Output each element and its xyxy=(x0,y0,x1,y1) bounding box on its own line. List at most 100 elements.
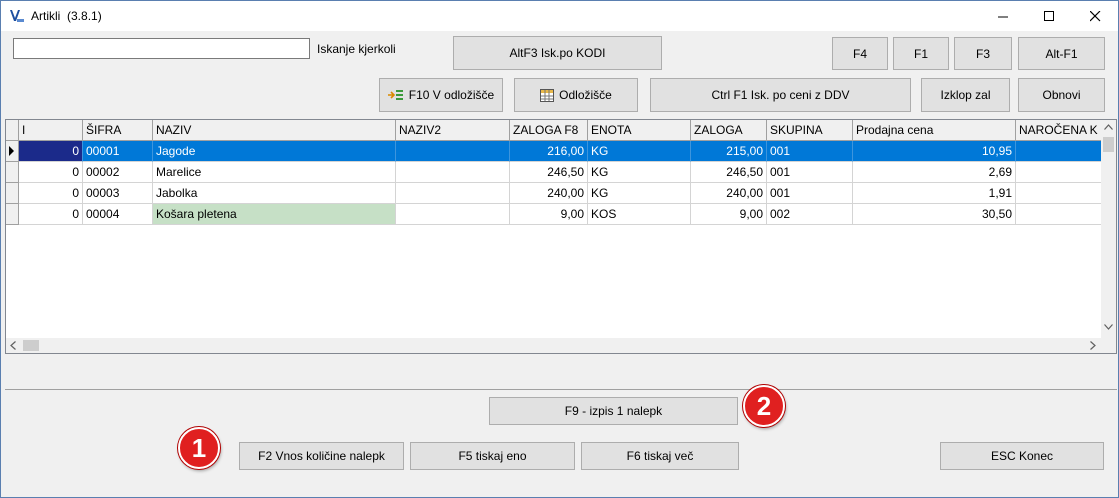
cell-naziv2[interactable] xyxy=(396,183,510,204)
row-indicator xyxy=(6,204,19,225)
column-header-enota[interactable]: ENOTA xyxy=(588,120,691,141)
table-row[interactable]: 0 00002 Marelice 246,50 KG 246,50 001 2,… xyxy=(6,162,1103,183)
minimize-button[interactable] xyxy=(980,1,1026,31)
cell-enota[interactable]: KOS xyxy=(588,204,691,225)
cell-naziv2[interactable] xyxy=(396,141,510,162)
cell-sifra[interactable]: 00004 xyxy=(83,204,153,225)
title-bar[interactable]: Artikli (3.8.1) xyxy=(1,1,1118,31)
cell-zaloga[interactable]: 240,00 xyxy=(691,183,767,204)
cell-prodajna-cena[interactable]: 30,50 xyxy=(853,204,1016,225)
column-header-zaloga-f8[interactable]: ZALOGA F8 xyxy=(510,120,588,141)
cell-enota[interactable]: KG xyxy=(588,162,691,183)
cell-prodajna-cena[interactable]: 2,69 xyxy=(853,162,1016,183)
f4-button[interactable]: F4 xyxy=(832,37,888,70)
esc-exit-button[interactable]: ESC Konec xyxy=(940,442,1104,470)
table-row[interactable]: 0 00003 Jabolka 240,00 KG 240,00 001 1,9… xyxy=(6,183,1103,204)
row-pointer-icon xyxy=(9,146,14,156)
table-header: I ŠIFRA NAZIV NAZIV2 ZALOGA F8 ENOTA ZAL… xyxy=(6,120,1103,141)
column-header-i[interactable]: I xyxy=(19,120,83,141)
table-row[interactable]: 0 00004 Košara pletena 9,00 KOS 9,00 002… xyxy=(6,204,1103,225)
scroll-down-icon[interactable] xyxy=(1104,324,1113,330)
add-to-list-icon xyxy=(387,89,404,101)
column-header-zaloga[interactable]: ZALOGA xyxy=(691,120,767,141)
cell-naziv[interactable]: Jabolka xyxy=(153,183,396,204)
cell-i[interactable]: 0 xyxy=(19,162,83,183)
horizontal-scrollbar[interactable] xyxy=(6,338,1103,353)
column-header-sifra[interactable]: ŠIFRA xyxy=(83,120,153,141)
close-icon xyxy=(1089,10,1100,21)
f10-label: F10 V odložišče xyxy=(408,88,495,102)
ctrlf1-search-price-button[interactable]: Ctrl F1 Isk. po ceni z DDV xyxy=(650,78,911,112)
cell-sifra[interactable]: 00003 xyxy=(83,183,153,204)
artikli-window: Artikli (3.8.1) Iskanje kjerkoli AltF3 I… xyxy=(0,0,1119,498)
f9-print-label-button[interactable]: F9 - izpis 1 nalepk xyxy=(489,397,738,425)
alt-f1-button[interactable]: Alt-F1 xyxy=(1018,37,1105,70)
cell-prodajna-cena[interactable]: 10,95 xyxy=(853,141,1016,162)
annotation-badge-1: 1 xyxy=(178,427,220,469)
cell-skupina[interactable]: 001 xyxy=(767,141,853,162)
f3-button[interactable]: F3 xyxy=(954,37,1012,70)
altf3-search-by-code-button[interactable]: AltF3 Isk.po KODI xyxy=(453,36,662,70)
maximize-button[interactable] xyxy=(1026,1,1072,31)
status-panel xyxy=(5,356,1117,390)
cell-narocena[interactable] xyxy=(1016,162,1103,183)
header-indicator xyxy=(6,120,19,141)
horizontal-scroll-thumb[interactable] xyxy=(23,340,39,351)
cell-zaloga-f8[interactable]: 246,50 xyxy=(510,162,588,183)
cell-naziv[interactable]: Marelice xyxy=(153,162,396,183)
clipboard-label: Odložišče xyxy=(559,88,612,102)
cell-skupina[interactable]: 001 xyxy=(767,162,853,183)
vertical-scrollbar[interactable] xyxy=(1101,120,1116,338)
f6-print-many-button[interactable]: F6 tiskaj več xyxy=(581,442,739,470)
cell-enota[interactable]: KG xyxy=(588,141,691,162)
cell-i[interactable]: 0 xyxy=(19,204,83,225)
cell-naziv2[interactable] xyxy=(396,204,510,225)
clipboard-button[interactable]: Odložišče xyxy=(514,78,638,112)
cell-zaloga-f8[interactable]: 216,00 xyxy=(510,141,588,162)
minimize-icon xyxy=(997,16,1008,17)
current-row-indicator xyxy=(6,141,19,162)
column-header-naziv2[interactable]: NAZIV2 xyxy=(396,120,510,141)
window-version: (3.8.1) xyxy=(67,9,102,23)
cell-sifra[interactable]: 00002 xyxy=(83,162,153,183)
scroll-corner xyxy=(1101,338,1116,353)
f1-button[interactable]: F1 xyxy=(893,37,949,70)
cell-narocena[interactable] xyxy=(1016,183,1103,204)
vertical-scroll-thumb[interactable] xyxy=(1103,137,1114,152)
stock-off-button[interactable]: Izklop zal xyxy=(921,78,1010,112)
articles-table[interactable]: I ŠIFRA NAZIV NAZIV2 ZALOGA F8 ENOTA ZAL… xyxy=(5,119,1117,354)
f10-to-clipboard-button[interactable]: F10 V odložišče xyxy=(379,78,503,112)
column-header-prodajna-cena[interactable]: Prodajna cena xyxy=(853,120,1016,141)
close-button[interactable] xyxy=(1072,1,1118,31)
cell-i[interactable]: 0 xyxy=(19,141,83,162)
cell-zaloga-f8[interactable]: 9,00 xyxy=(510,204,588,225)
column-header-naziv[interactable]: NAZIV xyxy=(153,120,396,141)
cell-narocena[interactable] xyxy=(1016,141,1103,162)
search-input[interactable] xyxy=(13,38,310,59)
cell-skupina[interactable]: 002 xyxy=(767,204,853,225)
f2-enter-label-count-button[interactable]: F2 Vnos količine nalepk xyxy=(239,442,404,470)
cell-skupina[interactable]: 001 xyxy=(767,183,853,204)
maximize-icon xyxy=(1043,10,1054,21)
column-header-narocena[interactable]: NAROČENA K xyxy=(1016,120,1103,141)
cell-zaloga[interactable]: 246,50 xyxy=(691,162,767,183)
scroll-right-icon[interactable] xyxy=(1090,341,1096,350)
cell-zaloga[interactable]: 215,00 xyxy=(691,141,767,162)
table-row[interactable]: 0 00001 Jagode 216,00 KG 215,00 001 10,9… xyxy=(6,141,1103,162)
cell-i[interactable]: 0 xyxy=(19,183,83,204)
cell-prodajna-cena[interactable]: 1,91 xyxy=(853,183,1016,204)
cell-naziv[interactable]: Jagode xyxy=(153,141,396,162)
scroll-up-icon[interactable] xyxy=(1104,124,1113,130)
cell-narocena[interactable] xyxy=(1016,204,1103,225)
cell-sifra[interactable]: 00001 xyxy=(83,141,153,162)
column-header-skupina[interactable]: SKUPINA xyxy=(767,120,853,141)
scroll-left-icon[interactable] xyxy=(10,341,16,350)
cell-zaloga-f8[interactable]: 240,00 xyxy=(510,183,588,204)
f5-print-one-button[interactable]: F5 tiskaj eno xyxy=(410,442,575,470)
cell-enota[interactable]: KG xyxy=(588,183,691,204)
refresh-button[interactable]: Obnovi xyxy=(1018,78,1105,112)
cell-zaloga[interactable]: 9,00 xyxy=(691,204,767,225)
cell-naziv2[interactable] xyxy=(396,162,510,183)
cell-naziv[interactable]: Košara pletena xyxy=(153,204,396,225)
app-logo-icon xyxy=(9,8,25,24)
